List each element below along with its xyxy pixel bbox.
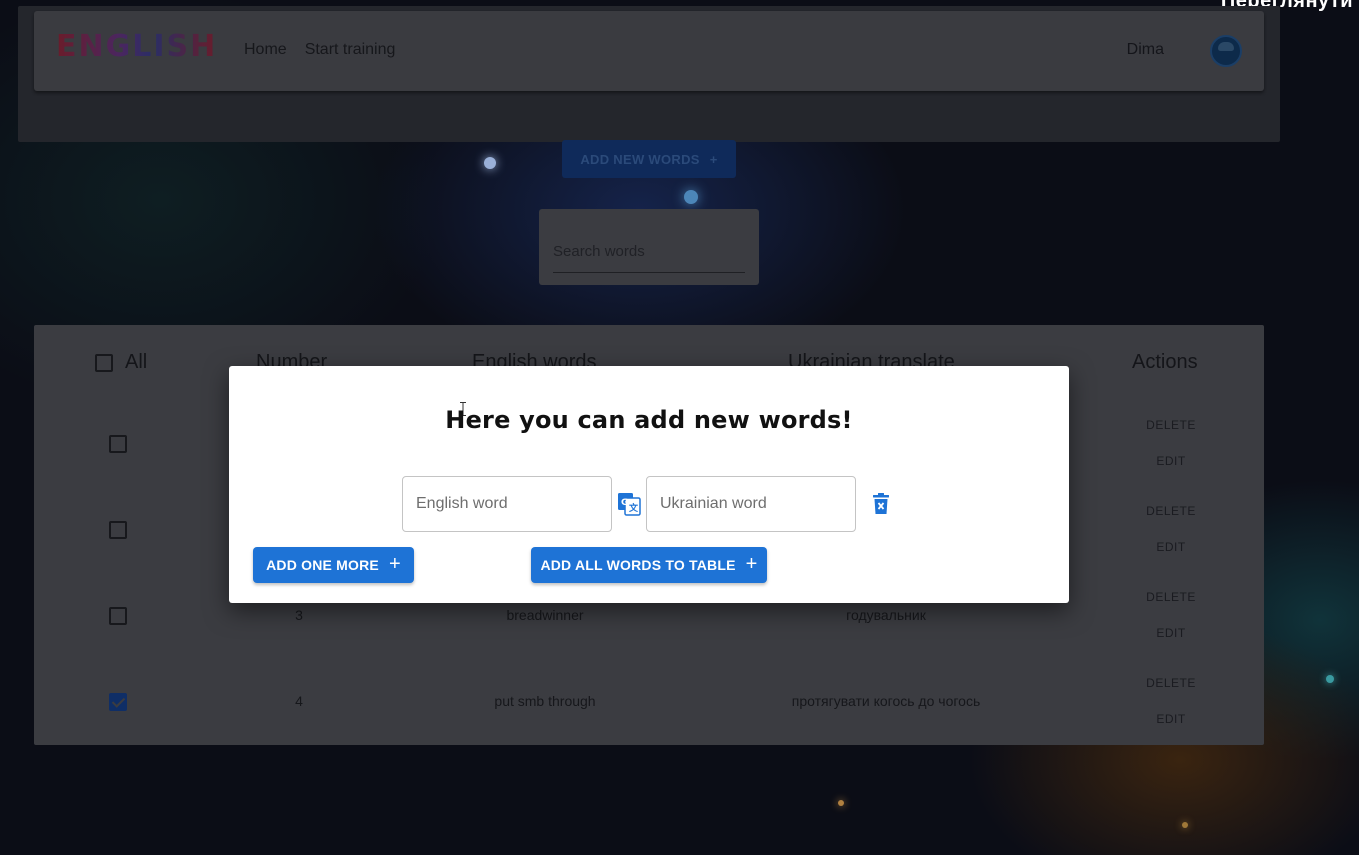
- column-header-all: All: [125, 351, 148, 373]
- background-dot: [838, 800, 844, 806]
- background-dot: [1326, 675, 1334, 683]
- row-checkbox[interactable]: [109, 521, 127, 539]
- search-panel: [539, 209, 759, 285]
- column-header-actions: Actions: [1132, 351, 1198, 373]
- delete-row-icon[interactable]: [872, 493, 890, 515]
- user-name[interactable]: Dima: [1127, 41, 1164, 59]
- main-nav: Home Start training: [244, 41, 395, 59]
- edit-button[interactable]: EDIT: [1156, 540, 1185, 554]
- row-ukrainian-word: годувальник: [846, 607, 926, 623]
- row-checkbox[interactable]: [109, 435, 127, 453]
- delete-button[interactable]: DELETE: [1146, 676, 1196, 690]
- row-english-word: put smb through: [494, 693, 596, 709]
- avatar[interactable]: [1210, 35, 1242, 67]
- search-input[interactable]: [553, 231, 745, 273]
- background-dot: [684, 190, 698, 204]
- delete-button[interactable]: DELETE: [1146, 418, 1196, 432]
- row-number: 4: [295, 693, 303, 709]
- add-all-words-button[interactable]: ADD ALL WORDS TO TABLE +: [531, 547, 767, 583]
- plus-icon: +: [745, 553, 758, 575]
- english-word-input[interactable]: [402, 476, 612, 532]
- edit-button[interactable]: EDIT: [1156, 626, 1185, 640]
- plus-icon: +: [388, 553, 401, 575]
- edit-button[interactable]: EDIT: [1156, 712, 1185, 726]
- select-all-checkbox[interactable]: [95, 354, 113, 372]
- add-one-more-label: ADD ONE MORE: [266, 557, 379, 573]
- background-dot: [1182, 822, 1188, 828]
- row-english-word: breadwinner: [506, 607, 584, 623]
- delete-button[interactable]: DELETE: [1146, 590, 1196, 604]
- edit-button[interactable]: EDIT: [1156, 454, 1185, 468]
- svg-text:G: G: [621, 498, 628, 508]
- add-new-words-button[interactable]: ADD NEW WORDS +: [562, 140, 736, 178]
- delete-button[interactable]: DELETE: [1146, 504, 1196, 518]
- app-logo[interactable]: ENGLISH: [56, 29, 217, 64]
- add-words-dialog: Here you can add new words! G 文 ADD ONE …: [229, 366, 1069, 603]
- plus-icon: +: [709, 151, 718, 167]
- add-new-words-label: ADD NEW WORDS: [580, 151, 700, 167]
- row-checkbox-checked[interactable]: [109, 693, 127, 711]
- row-ukrainian-word: протягувати когось до чогось: [791, 693, 981, 709]
- translate-icon[interactable]: G 文: [617, 492, 641, 516]
- svg-text:文: 文: [628, 502, 639, 514]
- row-checkbox[interactable]: [109, 607, 127, 625]
- row-number: 3: [295, 607, 303, 623]
- nav-link-home[interactable]: Home: [244, 41, 287, 59]
- ukrainian-word-input[interactable]: [646, 476, 856, 532]
- add-one-more-button[interactable]: ADD ONE MORE +: [253, 547, 414, 583]
- background-dot: [484, 157, 496, 169]
- top-navbar: ENGLISH Home Start training Dima: [34, 11, 1264, 91]
- nav-link-start-training[interactable]: Start training: [305, 41, 396, 59]
- add-all-words-label: ADD ALL WORDS TO TABLE: [540, 557, 736, 573]
- dialog-title: Here you can add new words!: [445, 406, 853, 434]
